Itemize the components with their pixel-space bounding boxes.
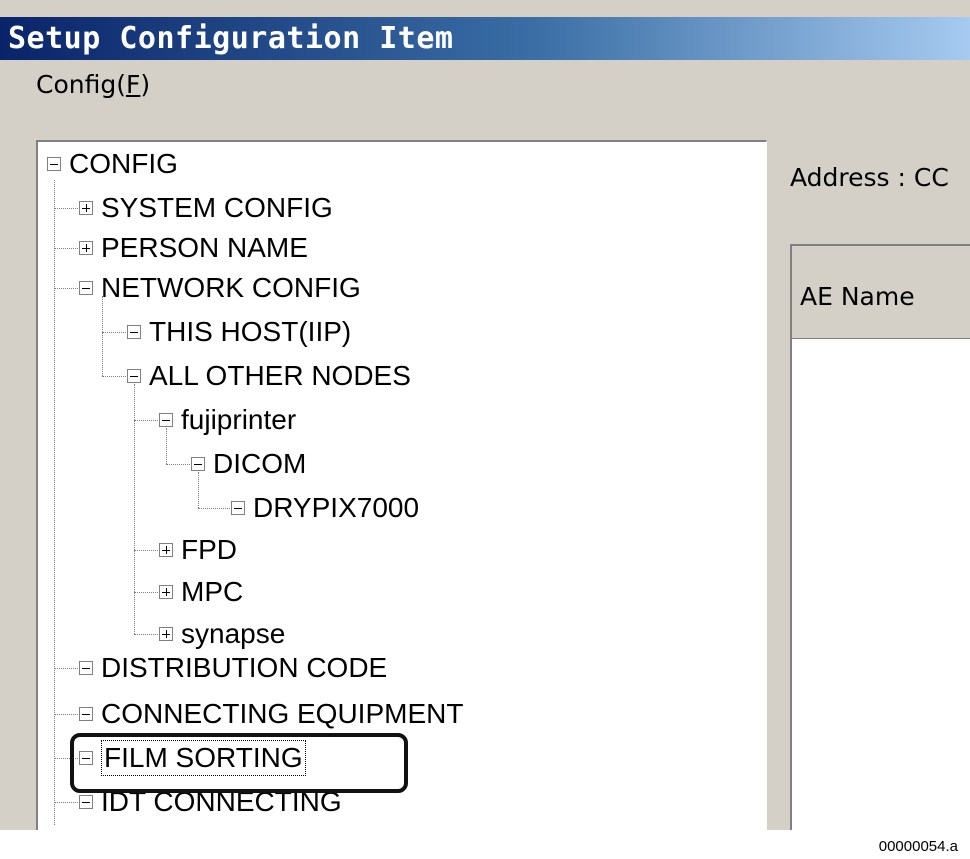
tree-node-person-name[interactable]: PERSON NAME <box>79 228 308 268</box>
tree-node-label: THIS HOST(IIP) <box>149 316 352 347</box>
tree-node-label: PERSON NAME <box>101 232 308 263</box>
expand-icon[interactable] <box>159 627 173 641</box>
setup-configuration-window: Setup Configuration Item Config(F) CONFI… <box>0 0 970 830</box>
tree-node-label: DRYPIX7000 <box>253 492 420 523</box>
column-ae-name: AE Name <box>800 282 915 311</box>
tree-line <box>198 508 230 509</box>
address-value: CC <box>913 163 949 192</box>
collapse-icon[interactable] <box>79 281 93 295</box>
tree-node-this-host[interactable]: THIS HOST(IIP) <box>127 312 351 352</box>
tree-node-label: ALL OTHER NODES <box>149 360 411 391</box>
tree-line <box>54 802 78 803</box>
config-tree[interactable]: CONFIG SYSTEM CONFIG PERSON NAME NETWORK… <box>36 140 767 830</box>
tree-node-label: NETWORK CONFIG <box>101 272 361 303</box>
tree-line <box>102 376 126 377</box>
collapse-icon[interactable] <box>79 795 93 809</box>
tree-node-label: fujiprinter <box>181 404 297 435</box>
tree-line <box>54 180 55 825</box>
tree-line <box>134 550 158 551</box>
tree-node-distribution-code[interactable]: DISTRIBUTION CODE <box>79 648 387 688</box>
highlight-callout <box>70 733 408 793</box>
menu-config-label: Config( <box>36 70 126 99</box>
tree-node-dicom[interactable]: DICOM <box>191 444 306 484</box>
tree-node-system-config[interactable]: SYSTEM CONFIG <box>79 188 333 228</box>
collapse-icon[interactable] <box>47 157 61 171</box>
collapse-icon[interactable] <box>79 707 93 721</box>
title-bar[interactable]: Setup Configuration Item <box>0 17 970 60</box>
tree-line <box>54 288 78 289</box>
tree-line <box>102 296 103 376</box>
tree-node-label: MPC <box>181 576 244 607</box>
tree-node-fujiprinter[interactable]: fujiprinter <box>159 400 296 440</box>
tree-line <box>134 592 158 593</box>
collapse-icon[interactable] <box>191 457 205 471</box>
collapse-icon[interactable] <box>159 413 173 427</box>
expand-icon[interactable] <box>79 241 93 255</box>
collapse-icon[interactable] <box>79 661 93 675</box>
address-label: Address : <box>790 163 906 192</box>
tree-node-connecting-equipment[interactable]: CONNECTING EQUIPMENT <box>79 694 463 734</box>
tree-line <box>134 634 158 635</box>
tree-line <box>134 420 158 421</box>
tree-line <box>166 464 190 465</box>
menu-bar: Config(F) <box>0 68 970 104</box>
tree-line <box>54 668 78 669</box>
collapse-icon[interactable] <box>231 501 245 515</box>
collapse-icon[interactable] <box>127 369 141 383</box>
tree-line <box>54 208 78 209</box>
tree-node-label: DISTRIBUTION CODE <box>101 652 388 683</box>
expand-icon[interactable] <box>79 201 93 215</box>
figure-caption: 00000054.a <box>878 838 958 855</box>
ae-list-header[interactable]: AE Name <box>792 246 970 339</box>
menu-config-label-end: ) <box>140 70 151 99</box>
ae-list[interactable]: AE Name <box>790 244 970 830</box>
tree-node-mpc[interactable]: MPC <box>159 572 243 612</box>
expand-icon[interactable] <box>159 543 173 557</box>
tree-node-label: CONNECTING EQUIPMENT <box>101 698 464 729</box>
tree-node-label: FPD <box>181 534 237 565</box>
tree-line <box>54 714 78 715</box>
tree-node-label: SYSTEM CONFIG <box>101 192 333 223</box>
menu-config[interactable]: Config(F) <box>36 68 150 102</box>
tree-node-drypix7000[interactable]: DRYPIX7000 <box>231 488 419 528</box>
menu-config-accelerator: F <box>125 70 141 99</box>
tree-node-network-config[interactable]: NETWORK CONFIG <box>79 268 361 308</box>
tree-line <box>102 332 126 333</box>
tree-node-label: DICOM <box>213 448 307 479</box>
tree-node-fpd[interactable]: FPD <box>159 530 237 570</box>
address-field: Address : CC <box>790 163 949 193</box>
window-title: Setup Configuration Item <box>8 21 454 56</box>
tree-node-config[interactable]: CONFIG <box>47 144 178 184</box>
tree-node-label: synapse <box>181 618 286 649</box>
expand-icon[interactable] <box>159 585 173 599</box>
tree-line <box>54 248 78 249</box>
collapse-icon[interactable] <box>127 325 141 339</box>
tree-line <box>134 384 135 634</box>
tree-node-all-other-nodes[interactable]: ALL OTHER NODES <box>127 356 411 396</box>
tree-node-label: CONFIG <box>69 148 178 179</box>
